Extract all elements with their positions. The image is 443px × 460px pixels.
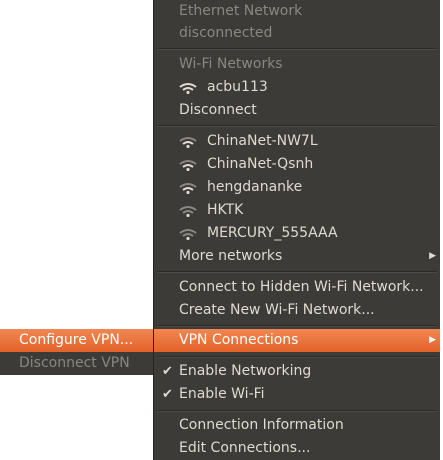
wifi-signal-icon (179, 83, 197, 94)
wifi-signal-icon (179, 137, 197, 148)
network-name: ChinaNet-NW7L (207, 133, 318, 149)
separator (157, 356, 437, 358)
check-icon: ✔ (162, 387, 173, 402)
separator (157, 125, 437, 127)
wifi-network-item[interactable]: MERCURY_555AAA (154, 222, 440, 245)
more-networks-item[interactable]: More networks ▶ (154, 245, 440, 268)
vpn-connections-item[interactable]: VPN Connections ▶ (154, 329, 440, 352)
wifi-header: Wi-Fi Networks (179, 56, 283, 72)
create-new-wifi-item[interactable]: Create New Wi-Fi Network... (154, 299, 440, 322)
wifi-network-item[interactable]: HKTK (154, 199, 440, 222)
wifi-signal-icon (179, 206, 197, 217)
check-icon: ✔ (162, 364, 173, 379)
enable-networking-label: Enable Networking (179, 363, 312, 379)
separator (157, 271, 437, 273)
vpn-connections-label: VPN Connections (179, 332, 299, 348)
wifi-signal-icon (179, 229, 197, 240)
ethernet-status: disconnected (179, 25, 273, 41)
connect-hidden-wifi-item[interactable]: Connect to Hidden Wi-Fi Network... (154, 276, 440, 299)
wifi-signal-icon (179, 183, 197, 194)
network-menu: Ethernet Network disconnected Wi-Fi Netw… (153, 0, 440, 460)
edit-connections-item[interactable]: Edit Connections... (154, 437, 440, 460)
more-networks-label: More networks (179, 248, 283, 264)
arrow-right-icon: ▶ (429, 335, 436, 345)
separator (157, 325, 437, 327)
separator (157, 410, 437, 412)
network-name: hengdananke (207, 179, 303, 195)
wifi-disconnect-item[interactable]: Disconnect (154, 99, 440, 122)
enable-wifi-item[interactable]: ✔ Enable Wi-Fi (154, 383, 440, 406)
network-name: acbu113 (207, 79, 268, 95)
wifi-network-item[interactable]: hengdananke (154, 176, 440, 199)
configure-vpn-item[interactable]: Configure VPN... (0, 329, 153, 352)
wifi-connected-item[interactable]: acbu113 (154, 76, 440, 99)
separator (157, 48, 437, 50)
network-name: MERCURY_555AAA (207, 225, 338, 241)
network-name: ChinaNet-Qsnh (207, 156, 314, 172)
enable-wifi-label: Enable Wi-Fi (179, 386, 265, 402)
ethernet-header: Ethernet Network (179, 3, 303, 19)
wifi-signal-icon (179, 160, 197, 171)
disconnect-vpn-item: Disconnect VPN (19, 355, 130, 371)
wifi-network-item[interactable]: ChinaNet-Qsnh (154, 153, 440, 176)
wifi-network-item[interactable]: ChinaNet-NW7L (154, 130, 440, 153)
network-name: HKTK (207, 202, 244, 218)
enable-networking-item[interactable]: ✔ Enable Networking (154, 360, 440, 383)
arrow-right-icon: ▶ (429, 251, 436, 261)
connection-information-item[interactable]: Connection Information (154, 414, 440, 437)
vpn-submenu: Configure VPN... Disconnect VPN (0, 329, 153, 375)
